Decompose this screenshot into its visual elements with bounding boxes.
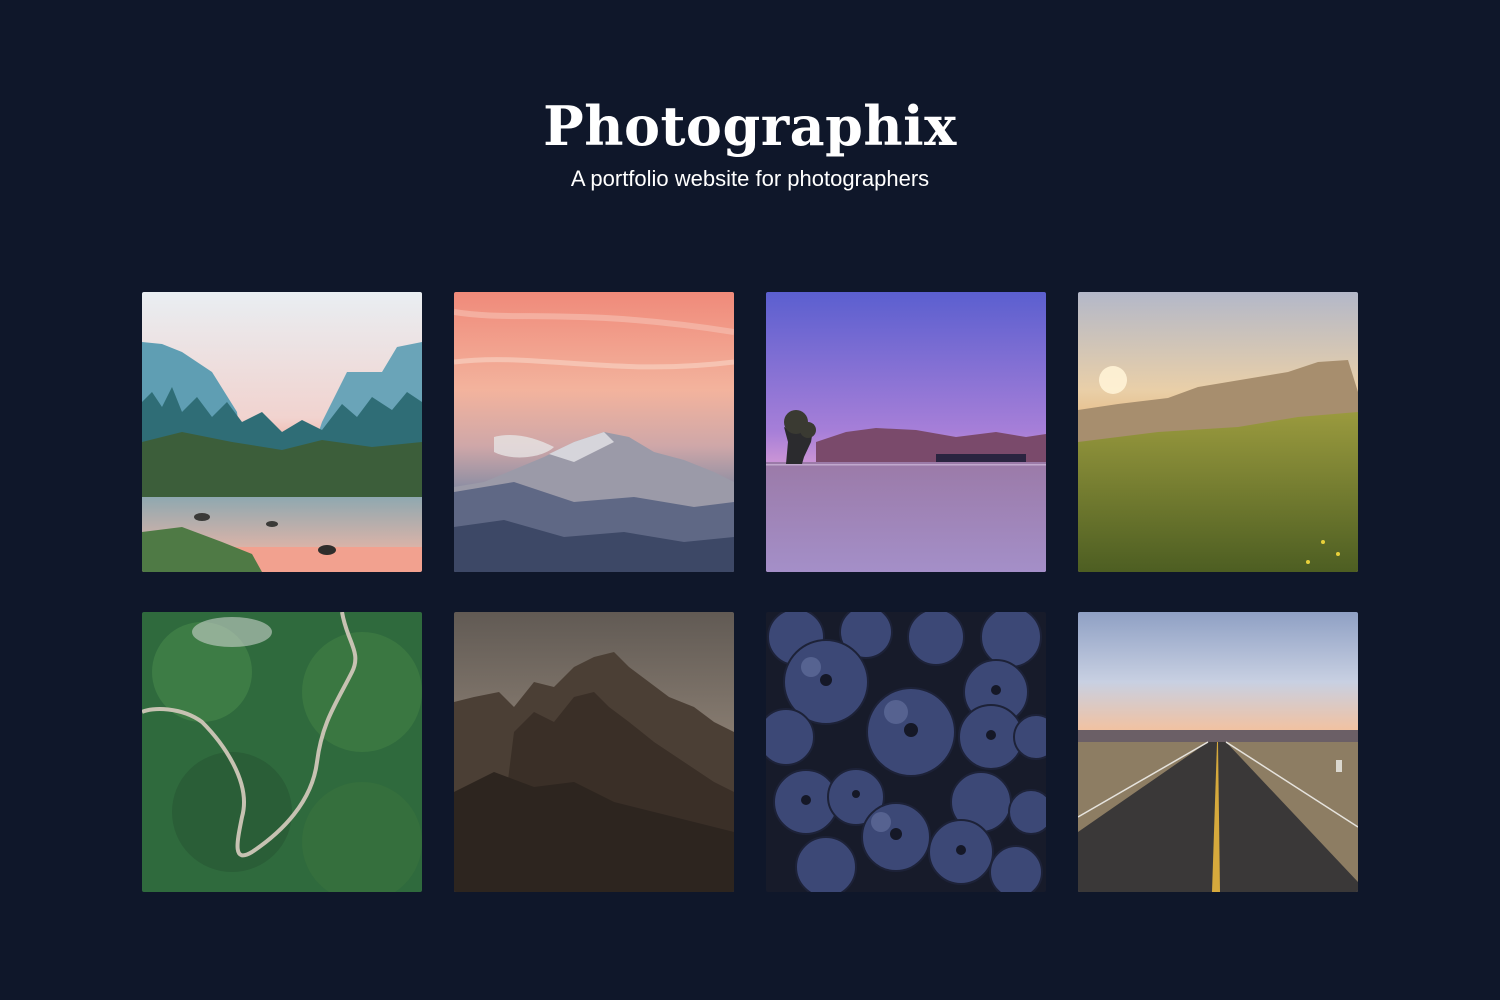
site-header: Photographix A portfolio website for pho… — [0, 88, 1500, 194]
gallery-photo-lake-tree[interactable] — [766, 292, 1046, 572]
gallery-photo-mountain-sunset[interactable] — [454, 292, 734, 572]
gallery-photo-rocky-peaks[interactable] — [454, 612, 734, 892]
gallery-photo-meadow[interactable] — [1078, 292, 1358, 572]
lake-tree-photo-image — [766, 292, 1046, 572]
photo-gallery — [142, 292, 1358, 892]
gallery-photo-valley[interactable] — [142, 292, 422, 572]
gallery-photo-winding-road[interactable] — [142, 612, 422, 892]
site-title: Photographix — [543, 94, 957, 158]
gallery-photo-blueberries[interactable] — [766, 612, 1046, 892]
blueberries-photo-image — [766, 612, 1046, 892]
site-subtitle: A portfolio website for photographers — [570, 166, 930, 191]
rocky-peaks-photo-image — [454, 612, 734, 892]
meadow-photo-image — [1078, 292, 1358, 572]
mountain-sunset-photo-image — [454, 292, 734, 572]
gallery-photo-highway[interactable] — [1078, 612, 1358, 892]
highway-photo-image — [1078, 612, 1358, 892]
valley-photo-image — [142, 292, 422, 572]
winding-road-photo-image — [142, 612, 422, 892]
